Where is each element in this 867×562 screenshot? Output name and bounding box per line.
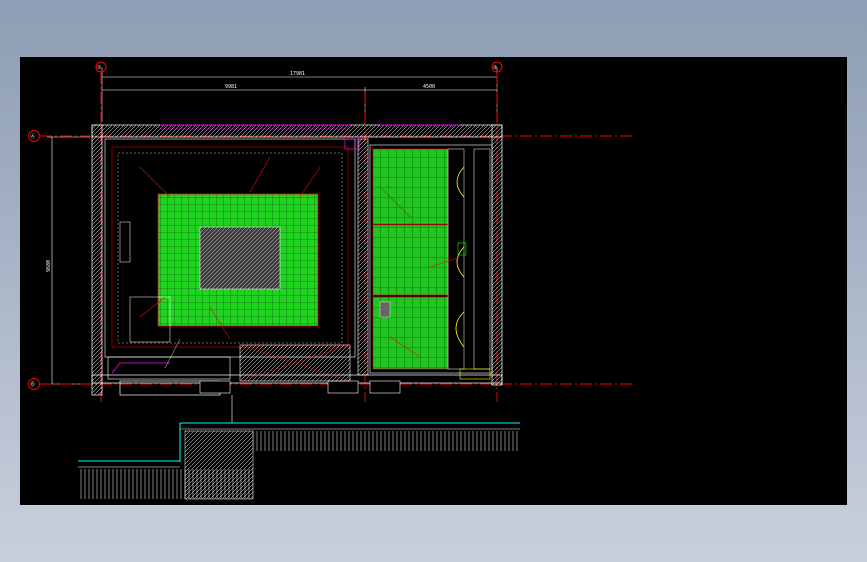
right-room[interactable] [369, 144, 493, 380]
svg-text:②: ② [493, 65, 498, 71]
grid-bubble-1[interactable]: ① [95, 61, 107, 73]
svg-text:Ⓐ: Ⓐ [30, 133, 35, 140]
overall-width-dim: 17981 [290, 71, 305, 77]
site-plan [78, 395, 520, 500]
grid-bubble-a[interactable]: Ⓐ [28, 130, 40, 142]
left-dimension: 9680 [46, 136, 90, 385]
stair-hatch [239, 344, 351, 382]
svg-text:Ⓑ: Ⓑ [30, 381, 35, 388]
left-bay-dim: 9981 [225, 84, 237, 90]
cad-viewport[interactable]: 17981 9981 4500 ① ② Ⓐ Ⓑ 9680 [20, 57, 847, 505]
right-bay-dim: 4500 [423, 84, 435, 90]
partition-wall [344, 138, 369, 376]
top-dimension: 17981 9981 4500 [101, 67, 498, 122]
corridor [107, 338, 231, 380]
left-room[interactable] [104, 138, 356, 358]
overall-height-dim: 9680 [46, 260, 52, 272]
svg-text:①: ① [97, 65, 102, 71]
grid-bubble-b[interactable]: Ⓑ [28, 378, 40, 390]
grid-bubble-2[interactable]: ② [491, 61, 503, 73]
floor-plan-drawing[interactable]: 17981 9981 4500 ① ② Ⓐ Ⓑ 9680 [20, 57, 847, 505]
